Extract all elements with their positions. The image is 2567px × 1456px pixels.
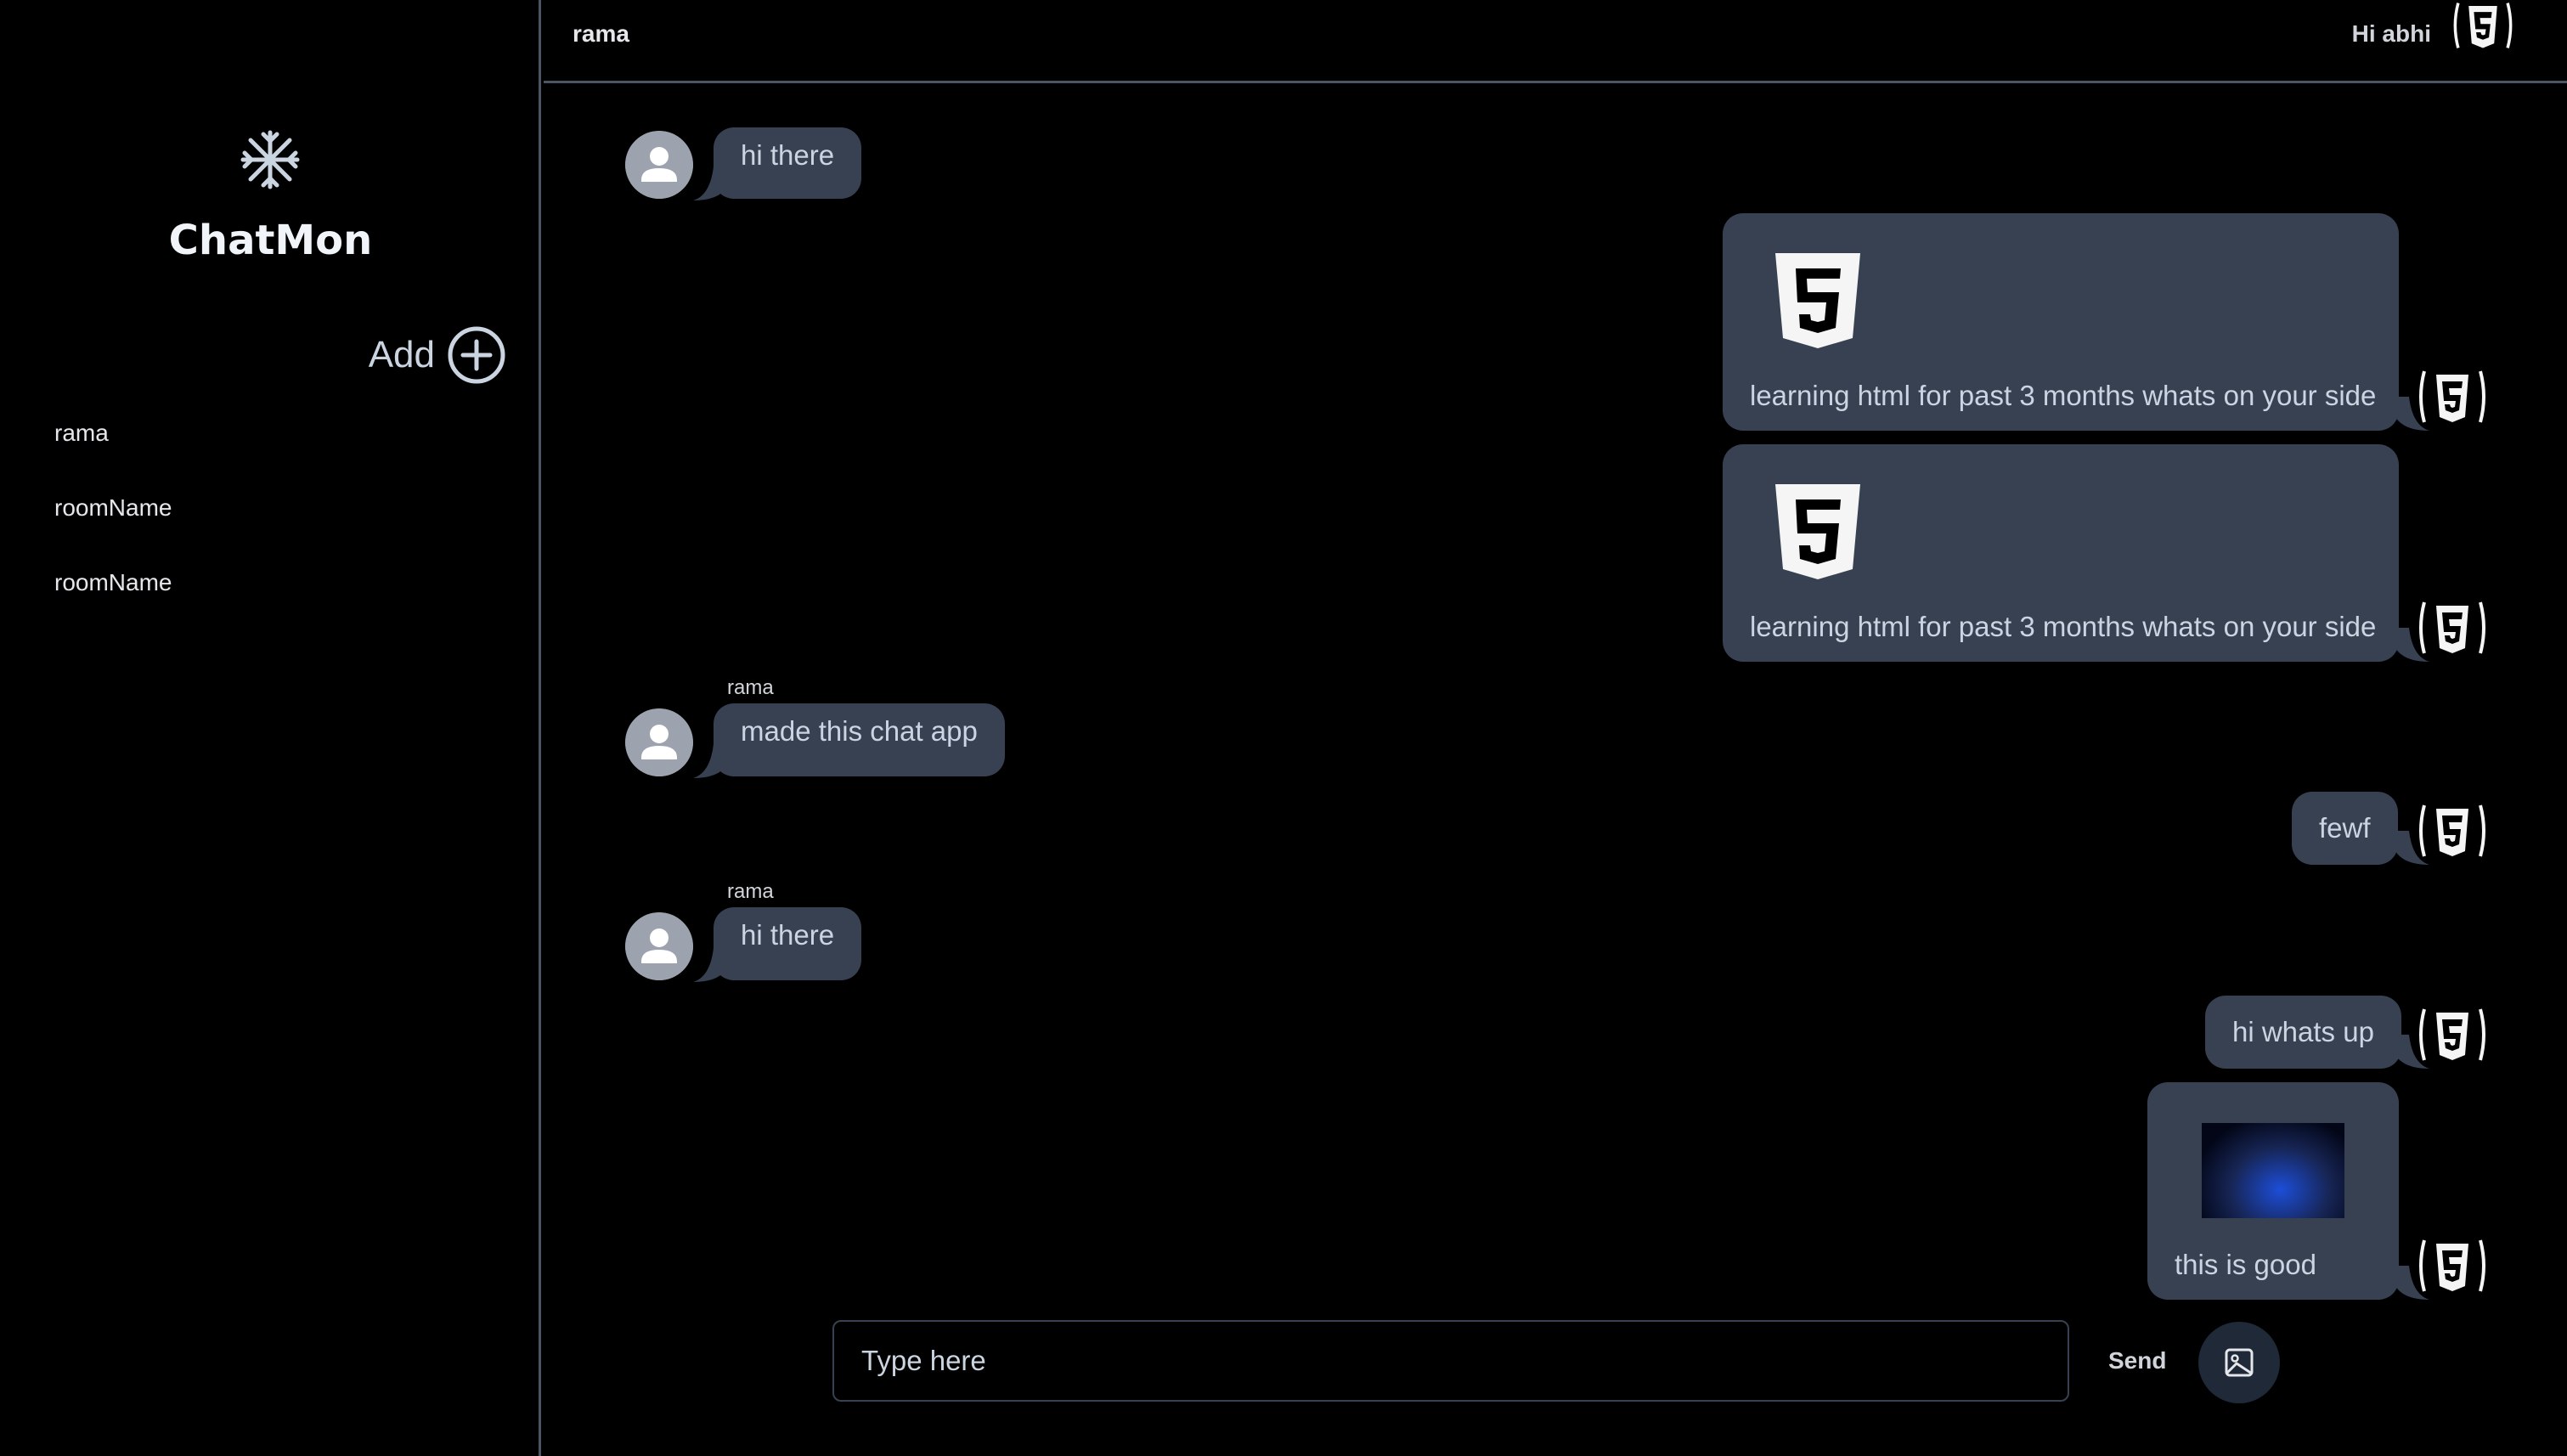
chat-app: ChatMon Add rama roomName roomName rama … — [0, 0, 2567, 1456]
html5-icon[interactable] — [2446, 0, 2519, 51]
message-input[interactable] — [832, 1320, 2069, 1402]
plus-circle-icon[interactable] — [447, 325, 506, 385]
message-text: hi there — [741, 919, 835, 951]
user-silhouette-icon — [625, 131, 693, 199]
room-list: rama roomName roomName — [54, 416, 172, 641]
outgoing-message: learning html for past 3 months whats on… — [1723, 444, 2399, 662]
html5-icon — [2416, 1237, 2489, 1295]
app-brand: ChatMon — [168, 217, 373, 264]
add-room-label: Add — [368, 334, 435, 375]
sidebar: ChatMon Add rama roomName roomName — [0, 0, 541, 1456]
message-text: learning html for past 3 months whats on… — [1750, 380, 2377, 411]
message-text: fewf — [2319, 812, 2371, 844]
incoming-message: made this chat app — [714, 703, 1005, 776]
message-text: hi there — [741, 139, 835, 171]
user-silhouette-icon — [625, 708, 693, 776]
message-text: hi whats up — [2232, 1016, 2374, 1047]
html5-icon — [2416, 368, 2489, 426]
outgoing-message: fewf — [2292, 792, 2398, 865]
sidebar-room-item[interactable]: roomName — [54, 566, 172, 641]
user-greeting: Hi abhi — [2351, 20, 2431, 47]
sidebar-room-item[interactable]: roomName — [54, 491, 172, 566]
user-silhouette-icon — [625, 912, 693, 980]
sender-name: rama — [727, 676, 774, 699]
image-attachment[interactable] — [2202, 1123, 2344, 1218]
message-text: learning html for past 3 months whats on… — [1750, 611, 2377, 642]
incoming-message: hi there — [714, 907, 862, 980]
image-icon — [2225, 1348, 2254, 1377]
chat-header: rama Hi abhi — [544, 0, 2567, 83]
message-text: this is good — [2175, 1249, 2316, 1280]
current-room-name: rama — [573, 20, 629, 47]
send-button[interactable]: Send — [2098, 1334, 2176, 1388]
add-room-button[interactable]: Add — [369, 325, 506, 385]
outgoing-message: this is good — [2147, 1082, 2399, 1300]
html5-icon — [2416, 802, 2489, 860]
html5-logo-attachment[interactable] — [1775, 253, 1860, 348]
html5-icon — [2416, 599, 2489, 657]
html5-icon — [2416, 1006, 2489, 1064]
incoming-message: hi there — [714, 127, 862, 199]
sidebar-room-item[interactable]: rama — [54, 416, 172, 491]
html5-logo-attachment[interactable] — [1775, 484, 1860, 579]
sender-name: rama — [727, 880, 774, 903]
outgoing-message: hi whats up — [2205, 996, 2401, 1069]
snowflake-icon — [240, 130, 300, 189]
image-upload-button[interactable] — [2198, 1322, 2280, 1403]
outgoing-message: learning html for past 3 months whats on… — [1723, 213, 2399, 431]
message-text: made this chat app — [741, 715, 978, 747]
